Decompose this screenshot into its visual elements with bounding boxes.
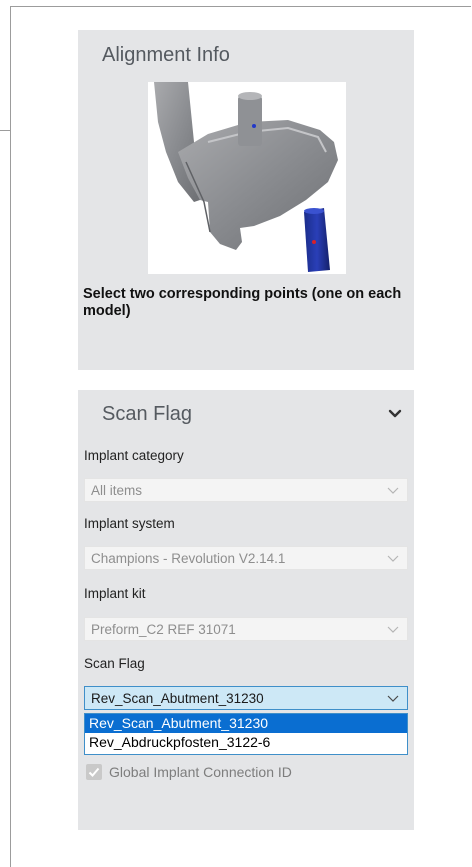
global-connection-label: Global Implant Connection ID — [109, 764, 292, 780]
frame-connector-line — [0, 130, 10, 131]
global-connection-checkbox[interactable] — [86, 764, 102, 780]
scan-flag-title: Scan Flag — [102, 403, 193, 425]
implant-kit-select[interactable]: Preform_C2 REF 31071 — [84, 617, 408, 641]
model-preview-image — [148, 82, 346, 274]
implant-system-select[interactable]: Champions - Revolution V2.14.1 — [84, 546, 408, 570]
scan-flag-select[interactable]: Rev_Scan_Abutment_31230 — [84, 686, 408, 710]
alignment-info-title: Alignment Info — [102, 44, 230, 66]
scan-flag-label: Scan Flag — [84, 656, 145, 671]
implant-category-value: All items — [91, 483, 143, 498]
implant-category-label: Implant category — [84, 448, 184, 463]
scan-flag-value: Rev_Scan_Abutment_31230 — [91, 691, 264, 706]
chevron-down-icon — [387, 487, 399, 494]
scan-flag-dropdown-list: Rev_Scan_Abutment_31230 Rev_Abdruckpfost… — [84, 713, 408, 755]
implant-kit-value: Preform_C2 REF 31071 — [91, 622, 236, 637]
chevron-down-icon — [387, 695, 399, 702]
implant-system-value: Champions - Revolution V2.14.1 — [91, 551, 286, 566]
dropdown-option[interactable]: Rev_Abdruckpfosten_3122-6 — [85, 733, 407, 752]
chevron-down-icon[interactable] — [386, 405, 404, 423]
chevron-down-icon — [387, 555, 399, 562]
chevron-down-icon — [387, 626, 399, 633]
implant-category-select[interactable]: All items — [84, 478, 408, 502]
alignment-instruction: Select two corresponding points (one on … — [83, 286, 402, 319]
implant-kit-label: Implant kit — [84, 586, 146, 601]
scan-flag-panel: Scan Flag Implant category All items Imp… — [78, 390, 414, 830]
dropdown-option[interactable]: Rev_Scan_Abutment_31230 — [85, 714, 407, 733]
alignment-info-panel: Alignment Info Select two corresponding … — [78, 30, 414, 370]
implant-system-label: Implant system — [84, 516, 175, 531]
checkmark-icon — [88, 767, 100, 777]
